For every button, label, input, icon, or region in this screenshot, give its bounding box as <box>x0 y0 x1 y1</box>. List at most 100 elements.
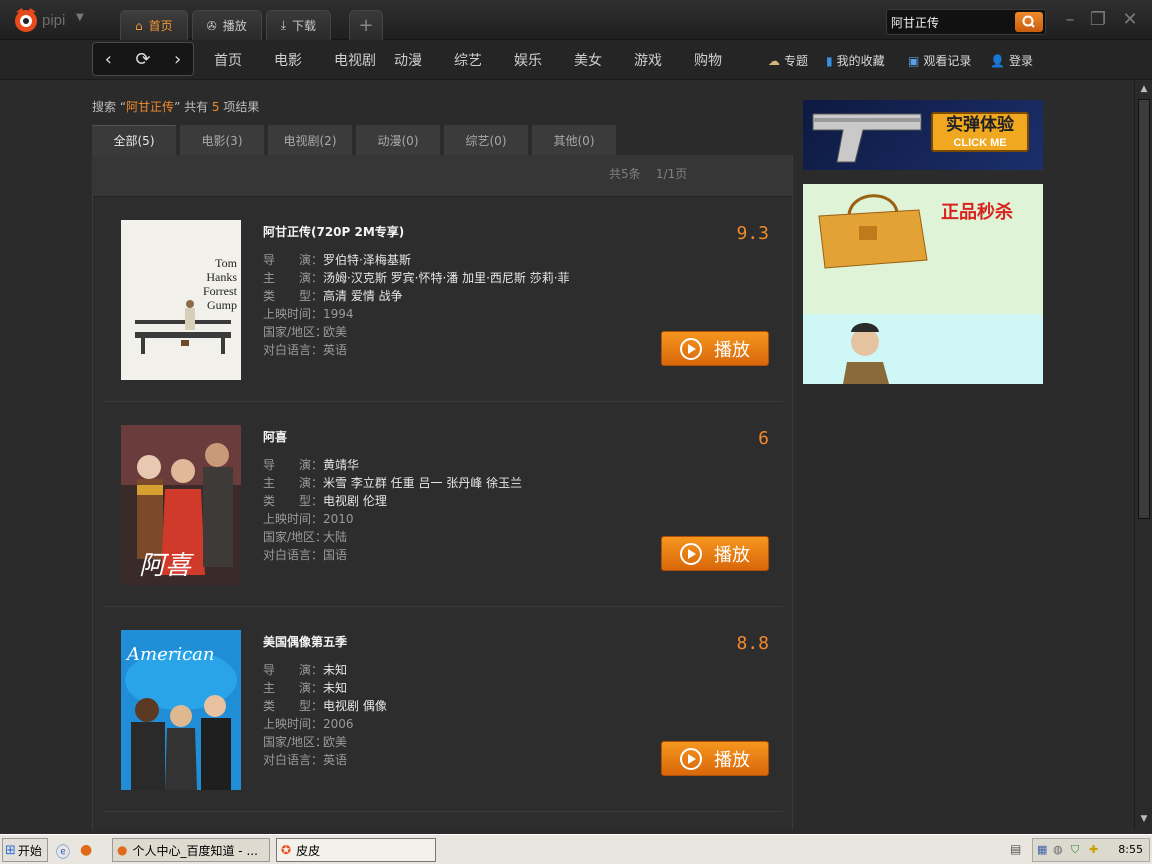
restore-button[interactable]: ❐ <box>1088 10 1108 30</box>
meta-label: 对白语言： <box>263 343 324 357</box>
menu-item-variety[interactable]: 综艺 <box>454 50 514 70</box>
results-panel: 共5条 1/1页 Tom Hanks Forrest Gump 阿甘正传(720… <box>92 155 793 830</box>
play-button[interactable]: 播放 <box>661 536 769 571</box>
back-arrow-icon[interactable]: ‹ <box>105 49 112 70</box>
region-value: 欧美 <box>323 735 348 749</box>
play-circle-icon <box>680 337 702 360</box>
person-icon <box>843 323 889 384</box>
result-title[interactable]: 阿甘正传(720P 2M专享) <box>263 223 404 240</box>
director-value[interactable]: 未知 <box>323 661 347 679</box>
result-title[interactable]: 美国偶像第五季 <box>263 633 347 650</box>
filter-tab-anime[interactable]: 动漫(0) <box>356 125 440 155</box>
minimize-button[interactable]: – <box>1060 10 1080 30</box>
refresh-icon[interactable]: ⟳ <box>135 49 150 70</box>
rating-score: 6 <box>758 428 769 449</box>
tab-home-label: 首页 <box>148 19 173 33</box>
menu-item-home[interactable]: 首页 <box>214 50 274 70</box>
link-topics[interactable]: ☁ 专题 <box>768 52 808 69</box>
genre-value[interactable]: 电视剧 偶像 <box>323 697 387 715</box>
result-title[interactable]: 阿喜 <box>263 428 287 445</box>
menu-item-shopping[interactable]: 购物 <box>694 50 754 70</box>
director-value[interactable]: 罗伯特·泽梅基斯 <box>323 251 411 269</box>
genre-value[interactable]: 高清 爱情 战争 <box>323 287 403 305</box>
ad-banner-bag[interactable]: 正品秒杀 <box>803 184 1043 314</box>
results-header: 共5条 1/1页 <box>93 155 792 197</box>
title-bar: pipi ▼ ⌂ 首页 ✇ 播放 ⤓ 下载 + – ❐ ✕ <box>0 0 1152 40</box>
director-value[interactable]: 黄靖华 <box>323 456 359 474</box>
close-button[interactable]: ✕ <box>1120 10 1140 30</box>
play-button[interactable]: 播放 <box>661 741 769 776</box>
search-input[interactable] <box>891 13 1011 31</box>
link-history-label: 观看记录 <box>923 54 972 68</box>
menu-item-movie[interactable]: 电影 <box>274 50 334 70</box>
meta-label: 主 演： <box>263 271 324 285</box>
menu-item-beauty[interactable]: 美女 <box>574 50 634 70</box>
top-tab-bar: ⌂ 首页 ✇ 播放 ⤓ 下载 + <box>120 10 384 40</box>
category-menu: 首页 电影 电视剧 动漫 综艺 娱乐 美女 游戏 购物 <box>214 50 754 70</box>
summary-count: 5 <box>211 100 220 114</box>
filter-tab-other[interactable]: 其他(0) <box>532 125 616 155</box>
chevron-down-icon[interactable]: ▼ <box>76 12 84 23</box>
link-history[interactable]: ▣ 观看记录 <box>908 52 971 69</box>
taskbar-item-browser[interactable]: ● 个人中心_百度知道 - ... <box>112 838 270 862</box>
filter-tab-all[interactable]: 全部(5) <box>92 125 176 155</box>
quicklaunch-ie-icon[interactable]: ⓔ <box>56 842 70 862</box>
taskbar-item-pipi[interactable]: ✪ 皮皮 <box>276 838 436 862</box>
search-box <box>886 9 1046 35</box>
tab-home[interactable]: ⌂ 首页 <box>120 10 188 40</box>
security-shield-icon[interactable]: ⛉ <box>1071 843 1079 857</box>
start-button[interactable]: ⊞ 开始 <box>2 838 48 862</box>
meta-label: 上映时间： <box>263 717 324 731</box>
menu-item-entertainment[interactable]: 娱乐 <box>514 50 574 70</box>
scroll-down-icon[interactable]: ▼ <box>1138 814 1150 826</box>
filter-tabs: 全部(5) 电影(3) 电视剧(2) 动漫(0) 综艺(0) 其他(0) <box>92 125 616 155</box>
scroll-thumb[interactable] <box>1138 99 1150 519</box>
navigation-controls: ‹ ⟳ › <box>92 42 194 76</box>
pipi-logo-icon[interactable] <box>10 6 42 34</box>
new-tab-button[interactable]: + <box>349 10 384 40</box>
cast-value[interactable]: 米雪 李立群 任重 吕一 张丹峰 徐玉兰 <box>323 474 522 492</box>
play-button-label: 播放 <box>714 339 750 361</box>
taskbar-item-label: 皮皮 <box>296 843 321 858</box>
link-login[interactable]: 👤 登录 <box>990 52 1033 69</box>
tab-play[interactable]: ✇ 播放 <box>191 10 262 40</box>
ad-banner-model[interactable] <box>803 314 1043 384</box>
filter-tab-movie[interactable]: 电影(3) <box>180 125 264 155</box>
quicklaunch-firefox-icon[interactable]: ● <box>80 842 92 858</box>
link-favorites[interactable]: ▮ 我的收藏 <box>826 52 885 69</box>
filter-tab-variety[interactable]: 综艺(0) <box>444 125 528 155</box>
cast-value[interactable]: 汤姆·汉克斯 罗宾·怀特·潘 加里·西尼斯 莎莉·菲 <box>323 269 570 287</box>
poster-text: 阿喜 <box>139 551 192 581</box>
taskbar: ⊞ 开始 ⓔ ● ● 个人中心_百度知道 - ... ✪ 皮皮 ▤ ▦ ◍ ⛉ … <box>0 834 1152 864</box>
pager: 共5条 1/1页 <box>609 165 687 182</box>
meta-label: 类 型： <box>263 289 324 303</box>
network-icon[interactable]: ▦ <box>1037 843 1047 856</box>
search-button[interactable] <box>1015 12 1043 32</box>
volume-icon[interactable]: ◍ <box>1053 843 1063 856</box>
filter-tab-tv[interactable]: 电视剧(2) <box>268 125 352 155</box>
play-button[interactable]: 播放 <box>661 331 769 366</box>
tray-app-icon[interactable]: ▤ <box>1010 842 1021 856</box>
poster-image[interactable]: Tom Hanks Forrest Gump <box>121 220 241 380</box>
tab-download[interactable]: ⤓ 下载 <box>265 10 332 40</box>
menu-item-anime[interactable]: 动漫 <box>394 50 454 70</box>
year-value: 2010 <box>323 512 354 526</box>
ad-banner-gun[interactable]: 实弹体验 CLICK ME <box>803 100 1043 170</box>
genre-value[interactable]: 电视剧 伦理 <box>323 492 387 510</box>
menu-item-games[interactable]: 游戏 <box>634 50 694 70</box>
menu-item-tv[interactable]: 电视剧 <box>334 50 394 70</box>
meta-label: 类 型： <box>263 699 324 713</box>
cast-value[interactable]: 未知 <box>323 679 347 697</box>
clock[interactable]: 8:55 <box>1118 843 1143 856</box>
vertical-scrollbar[interactable]: ▲ ▼ <box>1134 81 1152 830</box>
poster-image[interactable]: American <box>121 630 241 790</box>
result-meta: 导 演： 未知 主 演： 未知 类 型： 电视剧 偶像 上映时间： 2006 国家/地区… <box>263 661 387 769</box>
firefox-icon: ● <box>117 843 128 857</box>
scroll-up-icon[interactable]: ▲ <box>1138 84 1150 96</box>
play-circle-icon <box>680 747 702 770</box>
poster-image[interactable]: 阿喜 <box>121 425 241 585</box>
home-icon: ⌂ <box>135 18 143 33</box>
result-meta: 导 演： 黄靖华 主 演： 米雪 李立群 任重 吕一 张丹峰 徐玉兰 类 型： 电视剧… <box>263 456 522 564</box>
update-icon[interactable]: ✚ <box>1089 843 1098 856</box>
forward-arrow-icon[interactable]: › <box>174 49 181 70</box>
